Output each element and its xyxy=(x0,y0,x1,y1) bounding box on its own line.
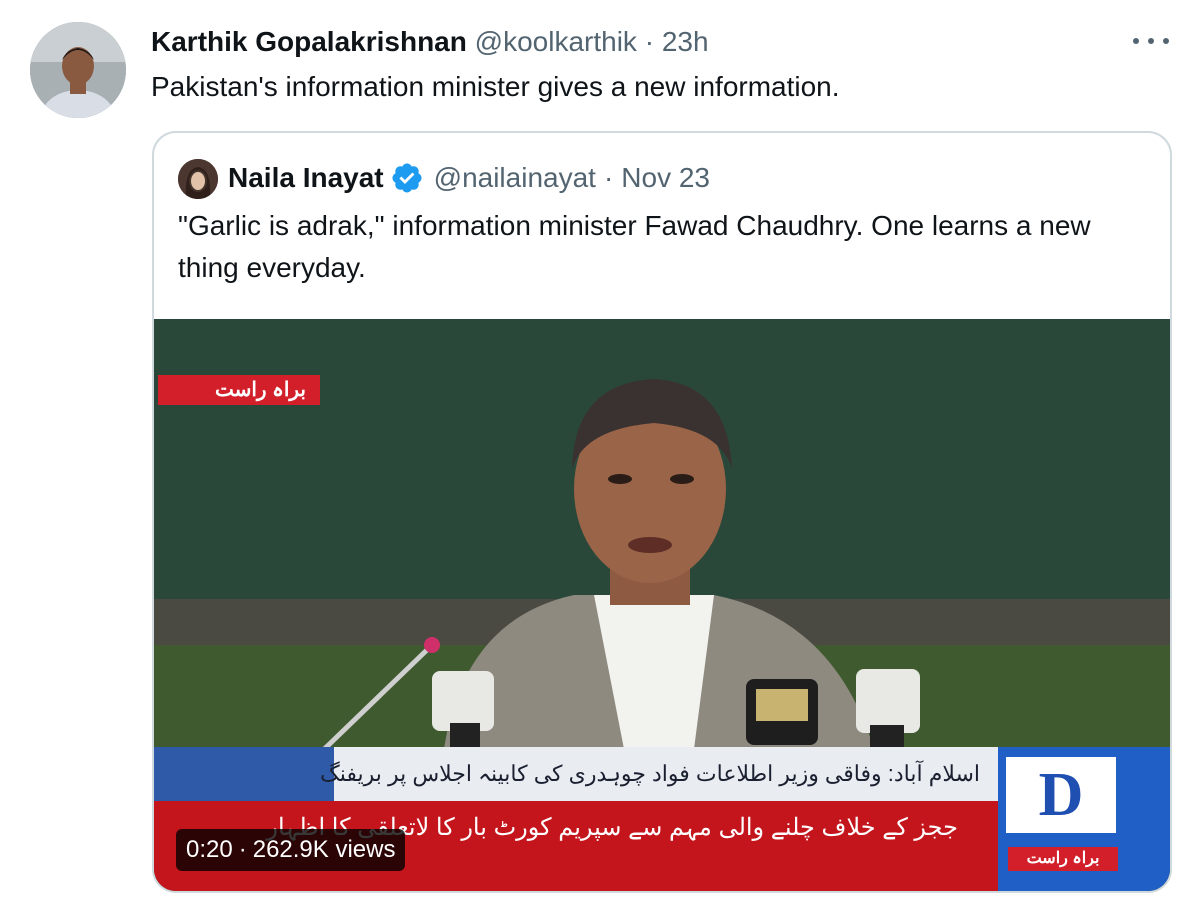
quoted-author-handle[interactable]: @nailainayat xyxy=(434,159,596,197)
video-player[interactable]: براہ راست اسلام آباد: وفاقی وزیر اطلاعات… xyxy=(154,319,1170,891)
more-dot xyxy=(1133,38,1139,44)
channel-logo: D xyxy=(1006,757,1116,833)
ticker-left-panel xyxy=(154,747,334,801)
live-tag: براہ راست xyxy=(158,375,320,405)
quoted-tweet-date[interactable]: Nov 23 xyxy=(621,159,710,197)
author-handle[interactable]: @koolkarthik xyxy=(475,26,637,57)
quoted-header-separator: · xyxy=(603,162,614,193)
verified-badge-icon xyxy=(390,161,424,195)
quoted-header: Naila Inayat @nailainayat · Nov 23 xyxy=(228,159,710,197)
quoted-author-name[interactable]: Naila Inayat xyxy=(228,159,384,197)
quoted-tweet-text: "Garlic is adrak," information minister … xyxy=(178,210,1091,283)
author-name[interactable]: Karthik Gopalakrishnan xyxy=(151,26,467,57)
video-meta-separator: · xyxy=(238,836,247,863)
video-meta: 0:20 · 262.9K views xyxy=(176,829,406,871)
tweet-header: Karthik Gopalakrishnan @koolkarthik · 23… xyxy=(151,24,709,60)
tweet-time[interactable]: 23h xyxy=(662,26,709,57)
tweet-text: Pakistan's information minister gives a … xyxy=(151,71,840,102)
more-dot xyxy=(1148,38,1154,44)
video-views: 262.9K views xyxy=(252,836,396,863)
quoted-tweet[interactable]: Naila Inayat @nailainayat · Nov 23 "Garl… xyxy=(152,131,1172,893)
ticker-top: اسلام آباد: وفاقی وزیر اطلاعات فواد چوہد… xyxy=(320,747,998,801)
more-horizontal-icon[interactable] xyxy=(1133,26,1169,56)
quoted-author-avatar[interactable] xyxy=(178,159,218,199)
header-separator: · xyxy=(644,26,655,57)
video-duration: 0:20 xyxy=(186,836,233,863)
author-avatar[interactable] xyxy=(30,22,126,118)
channel-logo-subtitle: براہ راست xyxy=(1008,847,1118,871)
tweet[interactable]: Karthik Gopalakrishnan @koolkarthik · 23… xyxy=(0,0,1195,900)
more-dot xyxy=(1163,38,1169,44)
